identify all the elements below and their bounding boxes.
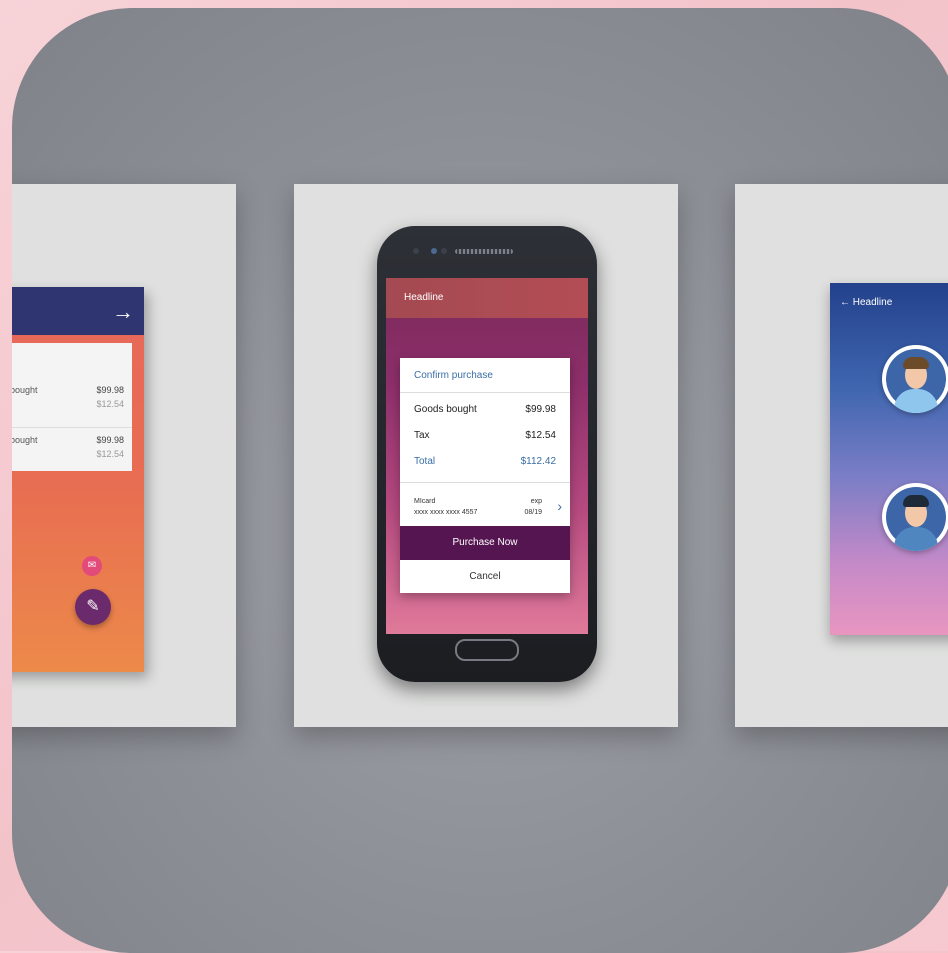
divider (400, 392, 570, 393)
gray-frame: → ds bought $99.98 $12.54 ds bought $99.… (12, 8, 948, 953)
right-phone-screen: ← Headline (830, 283, 948, 635)
goods-label: Goods bought (414, 404, 477, 415)
item-name: ds bought (12, 435, 38, 445)
home-button[interactable] (455, 639, 519, 661)
avatar[interactable] (882, 345, 948, 413)
card-number: xxxx xxxx xxxx 4557 (414, 509, 478, 516)
exp-value: 08/19 (524, 509, 542, 516)
item-tax: $12.54 (96, 449, 124, 459)
divider (400, 482, 570, 483)
sensor-icon (413, 248, 419, 254)
card-name: MIcard (414, 498, 436, 505)
mail-icon[interactable]: ✉ (82, 556, 102, 576)
pen-icon[interactable]: ✎ (75, 589, 111, 625)
left-topbar: → (12, 287, 144, 335)
sensor-icon (441, 248, 447, 254)
confirm-purchase-dialog: Confirm purchase Goods bought $99.98 Tax… (400, 358, 570, 593)
middle-mockup-card: Headline Confirm purchase Goods bought $… (294, 184, 678, 727)
cancel-button[interactable]: Cancel (400, 560, 570, 593)
item-price: $99.98 (96, 435, 124, 445)
screen-headline: Headline (386, 278, 588, 318)
order-summary-panel: ds bought $99.98 $12.54 ds bought $99.98… (12, 343, 132, 471)
goods-value: $99.98 (525, 404, 556, 415)
right-mockup-card: ← Headline (735, 184, 948, 727)
exp-label: exp (530, 498, 542, 505)
card-expiry: exp 08/19 (518, 496, 542, 518)
dialog-title: Confirm purchase (414, 370, 493, 381)
left-mockup-card: → ds bought $99.98 $12.54 ds bought $99.… (12, 184, 236, 727)
tax-label: Tax (414, 430, 430, 441)
total-label: Total (414, 456, 436, 467)
purchase-now-button[interactable]: Purchase Now (400, 526, 570, 560)
divider (12, 427, 132, 428)
item-price: $99.98 (96, 385, 124, 395)
forward-arrow-icon[interactable]: → (112, 299, 134, 325)
item-tax: $12.54 (96, 399, 124, 409)
payment-card-info[interactable]: MIcard xxxx xxxx xxxx 4557 (414, 496, 477, 518)
item-name: ds bought (12, 385, 38, 395)
smartphone: Headline Confirm purchase Goods bought $… (377, 226, 597, 682)
tax-value: $12.54 (525, 430, 556, 441)
phone-screen: Headline Confirm purchase Goods bought $… (386, 278, 588, 634)
avatar[interactable] (882, 483, 948, 551)
screen-headline[interactable]: ← Headline (840, 297, 892, 308)
camera-icon (431, 248, 437, 254)
left-phone-screen: → ds bought $99.98 $12.54 ds bought $99.… (12, 287, 144, 672)
speaker-grille (455, 249, 513, 254)
chevron-right-icon[interactable]: › (557, 498, 562, 514)
total-value: $112.42 (520, 456, 556, 467)
